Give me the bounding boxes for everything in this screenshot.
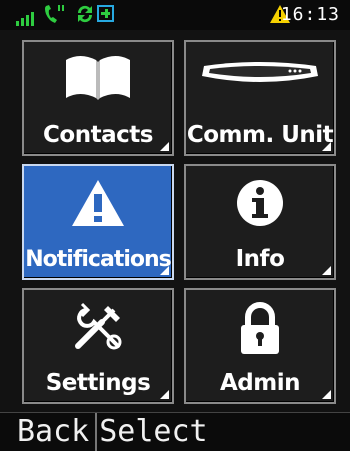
tile-label: Info — [235, 246, 285, 272]
phone-icon — [45, 5, 64, 23]
corner-indicator — [160, 390, 169, 399]
clock: 16:13 — [280, 4, 340, 25]
settings-tile[interactable]: Settings — [22, 288, 174, 404]
status-bar: 16:13 — [0, 0, 350, 30]
comm-unit-icon — [202, 62, 318, 82]
signal-icon — [16, 12, 34, 26]
main-menu-grid: Contacts Comm. Unit Notifications Info S… — [22, 40, 348, 412]
lock-icon — [241, 302, 279, 354]
corner-indicator — [322, 266, 331, 275]
tile-label: Settings — [45, 370, 151, 396]
corner-indicator — [322, 390, 331, 399]
tools-icon — [75, 302, 122, 350]
tile-label: Notifications — [25, 247, 172, 272]
comm-unit-tile[interactable]: Comm. Unit — [184, 40, 336, 156]
corner-indicator — [160, 142, 169, 151]
softkey-bar: Back Select — [0, 412, 350, 451]
back-softkey[interactable]: Back — [0, 413, 95, 451]
plus-icon — [97, 5, 114, 22]
warning-icon — [72, 180, 124, 226]
contacts-tile[interactable]: Contacts — [22, 40, 174, 156]
tile-label: Comm. Unit — [186, 122, 334, 148]
notifications-tile[interactable]: Notifications — [22, 164, 174, 280]
corner-indicator — [322, 142, 331, 151]
sync-icon — [77, 5, 93, 23]
select-softkey[interactable]: Select — [95, 413, 213, 451]
corner-indicator — [160, 266, 169, 275]
book-icon — [66, 56, 130, 100]
tile-label: Contacts — [43, 122, 153, 148]
info-tile[interactable]: Info — [184, 164, 336, 280]
tile-label: Admin — [220, 370, 301, 396]
info-icon — [237, 180, 283, 226]
admin-tile[interactable]: Admin — [184, 288, 336, 404]
